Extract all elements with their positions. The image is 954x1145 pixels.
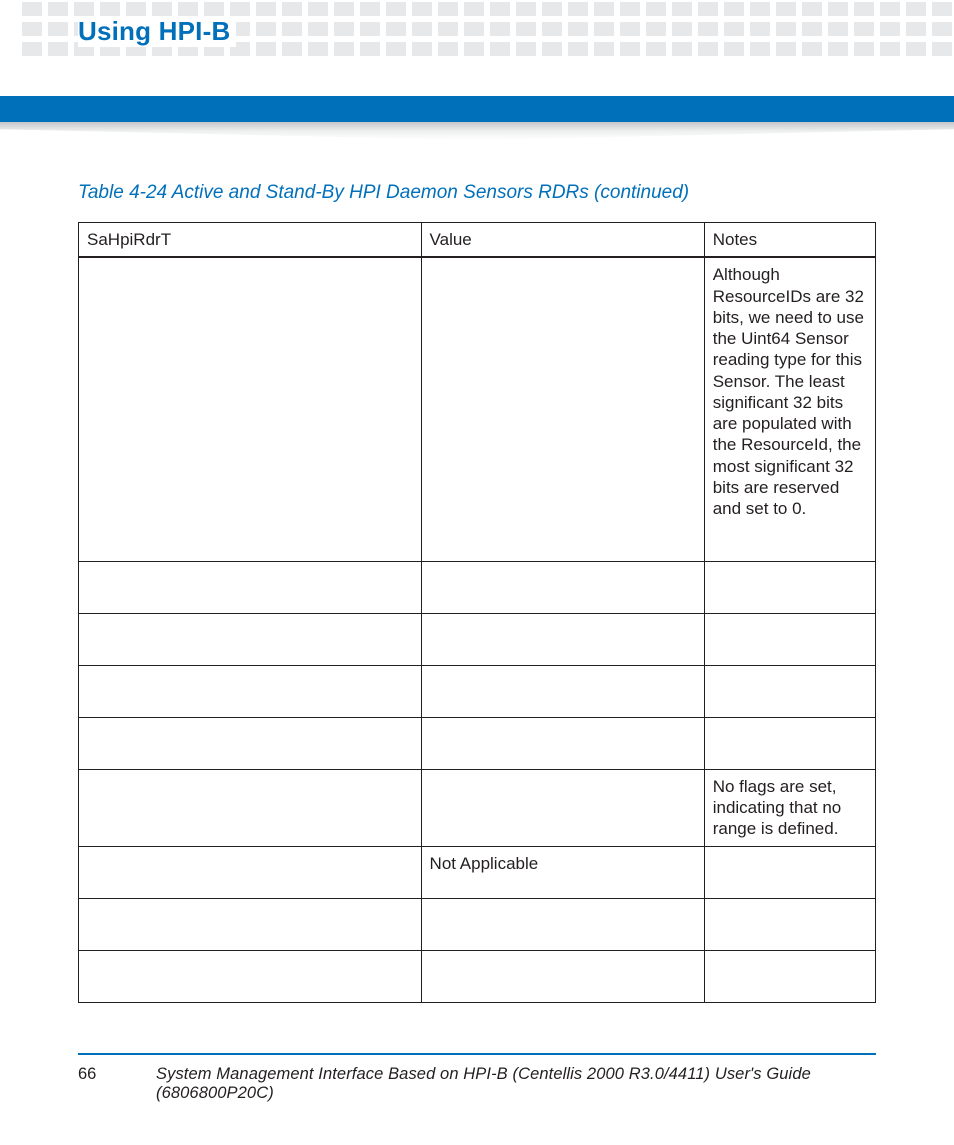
cell-sahpirdrt bbox=[79, 950, 422, 1002]
cell-sahpirdrt bbox=[79, 613, 422, 665]
cell-value bbox=[421, 717, 704, 769]
cell-value: Not Applicable bbox=[421, 846, 704, 898]
col-header-notes: Notes bbox=[704, 223, 875, 258]
cell-sahpirdrt bbox=[79, 665, 422, 717]
cell-notes: No flags are set, indicating that no ran… bbox=[704, 769, 875, 846]
header-shadow bbox=[0, 122, 954, 140]
footer-rule bbox=[78, 1053, 876, 1055]
table-row bbox=[79, 950, 876, 1002]
table-caption: Table 4-24 Active and Stand-By HPI Daemo… bbox=[78, 182, 876, 204]
table-header-row: SaHpiRdrT Value Notes bbox=[79, 223, 876, 258]
cell-value bbox=[421, 665, 704, 717]
col-header-sahpirdrt: SaHpiRdrT bbox=[79, 223, 422, 258]
cell-notes bbox=[704, 898, 875, 950]
cell-notes bbox=[704, 717, 875, 769]
cell-notes bbox=[704, 846, 875, 898]
cell-value bbox=[421, 257, 704, 561]
table-row: Although ResourceIDs are 32 bits, we nee… bbox=[79, 257, 876, 561]
table-row bbox=[79, 717, 876, 769]
section-title: Using HPI-B bbox=[78, 16, 236, 47]
table-row: Not Applicable bbox=[79, 846, 876, 898]
header-blue-bar bbox=[0, 96, 954, 122]
table-row bbox=[79, 613, 876, 665]
cell-sahpirdrt bbox=[79, 769, 422, 846]
page-number: 66 bbox=[78, 1065, 102, 1084]
cell-notes bbox=[704, 561, 875, 613]
cell-value bbox=[421, 769, 704, 846]
cell-value bbox=[421, 898, 704, 950]
cell-notes bbox=[704, 950, 875, 1002]
page-footer: 66 System Management Interface Based on … bbox=[78, 1053, 876, 1103]
table-row bbox=[79, 665, 876, 717]
cell-notes bbox=[704, 665, 875, 717]
cell-sahpirdrt bbox=[79, 561, 422, 613]
cell-sahpirdrt bbox=[79, 898, 422, 950]
cell-notes bbox=[704, 613, 875, 665]
cell-sahpirdrt bbox=[79, 846, 422, 898]
table-row: No flags are set, indicating that no ran… bbox=[79, 769, 876, 846]
table-row bbox=[79, 898, 876, 950]
table-row bbox=[79, 561, 876, 613]
cell-sahpirdrt bbox=[79, 257, 422, 561]
cell-notes: Although ResourceIDs are 32 bits, we nee… bbox=[704, 257, 875, 561]
rdr-table: SaHpiRdrT Value Notes Although ResourceI… bbox=[78, 222, 876, 1003]
col-header-value: Value bbox=[421, 223, 704, 258]
cell-value bbox=[421, 561, 704, 613]
cell-value bbox=[421, 613, 704, 665]
doc-title: System Management Interface Based on HPI… bbox=[156, 1065, 876, 1103]
cell-value bbox=[421, 950, 704, 1002]
cell-sahpirdrt bbox=[79, 717, 422, 769]
